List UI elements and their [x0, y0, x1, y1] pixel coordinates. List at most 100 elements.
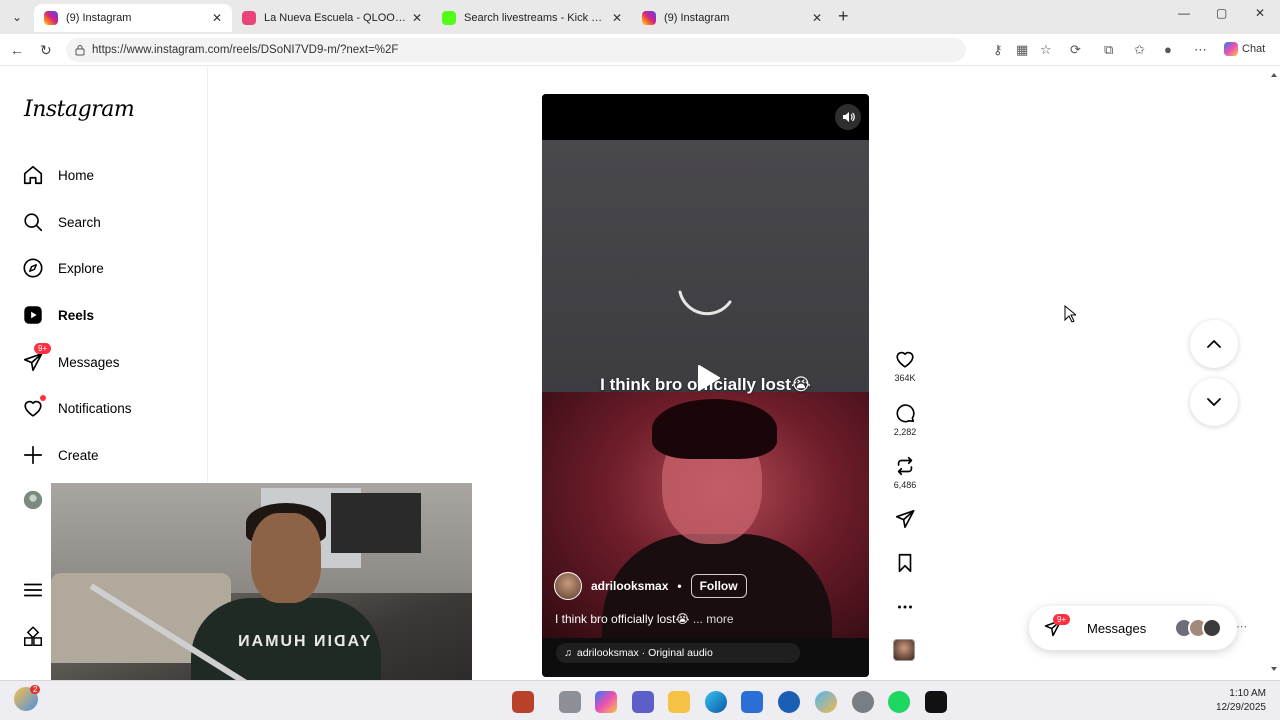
reel-caption: I think bro officially lost😭 ... more — [555, 612, 734, 626]
reel-video[interactable]: I think bro officially lost😭 adrilooksma… — [542, 94, 869, 677]
comment-icon — [896, 404, 915, 423]
recent-contacts-avatars — [1174, 618, 1222, 638]
like-action[interactable]: 364K — [889, 348, 921, 383]
extensions-icon[interactable]: ⧉ — [1104, 42, 1113, 58]
save-action[interactable] — [889, 552, 921, 577]
edge-browser-icon[interactable] — [705, 691, 727, 713]
separator-dot: • — [677, 579, 682, 593]
file-explorer-icon[interactable] — [668, 691, 690, 713]
comment-count: 2,282 — [893, 427, 917, 437]
page-scrollbar[interactable] — [1268, 67, 1280, 677]
messages-pill[interactable]: 9+ Messages ⋯ — [1029, 606, 1247, 650]
plus-icon — [23, 445, 43, 465]
new-tab-icon[interactable]: + — [838, 6, 849, 27]
webcam-person — [251, 513, 321, 603]
tab-instagram-2[interactable]: (9) Instagram ✕ — [632, 4, 832, 32]
reel-hair — [652, 399, 777, 459]
sidebar-item-profile[interactable] — [22, 485, 44, 515]
reel-top-bar — [542, 94, 869, 140]
previous-reel-button[interactable] — [1190, 320, 1238, 368]
refresh-icon[interactable]: ↻ — [40, 42, 52, 59]
audio-label: adrilooksmax · Original audio — [576, 647, 713, 659]
more-dots-icon — [898, 605, 912, 609]
messages-badge: 9+ — [34, 343, 52, 354]
sidebar-item-explore[interactable]: Explore — [22, 253, 104, 283]
sidebar-item-search[interactable]: Search — [22, 207, 101, 237]
more-options-icon[interactable]: ⋯ — [1194, 42, 1207, 58]
weather-badge: 2 — [30, 685, 41, 694]
back-icon[interactable]: ← — [10, 42, 24, 58]
audio-link[interactable]: ♫ adrilooksmax · Original audio — [556, 643, 800, 663]
sidebar-item-label: Reels — [58, 307, 95, 323]
microsoft-store-icon[interactable] — [741, 691, 763, 713]
more-action[interactable] — [889, 596, 921, 621]
home-icon — [23, 165, 43, 185]
refresh-extension-icon[interactable]: ⟳ — [1070, 42, 1081, 58]
spotify-icon[interactable] — [888, 691, 910, 713]
sidebar-item-label: Create — [58, 447, 99, 463]
comment-action[interactable]: 2,282 — [889, 402, 921, 437]
close-window-icon[interactable]: ✕ — [1255, 6, 1265, 20]
tab-title: (9) Instagram — [664, 12, 730, 24]
sidebar-item-messages[interactable]: 9+ Messages — [22, 343, 120, 377]
sound-toggle-button[interactable] — [835, 104, 861, 130]
close-tab-icon[interactable]: ✕ — [812, 11, 822, 25]
tab-kick[interactable]: Search livestreams - Kick Streaming ✕ — [432, 4, 632, 32]
tab-youtube[interactable]: La Nueva Escuela - QLOO* (Video ✕ — [232, 4, 432, 32]
close-tab-icon[interactable]: ✕ — [612, 11, 622, 25]
copilot-icon — [1224, 42, 1238, 56]
sidebar-item-notifications[interactable]: Notifications — [22, 393, 132, 423]
audio-thumbnail[interactable] — [893, 639, 915, 661]
edge-beta-icon[interactable] — [815, 691, 837, 713]
caption-text: I think bro officially lost😭 — [555, 612, 690, 626]
profile-avatar-icon — [23, 490, 43, 510]
tiktok-icon[interactable] — [925, 691, 947, 713]
tab-instagram-active[interactable]: (9) Instagram ✕ — [34, 4, 232, 32]
sidebar-item-also-from-meta[interactable] — [22, 622, 44, 652]
maximize-icon[interactable]: ▢ — [1216, 6, 1227, 20]
next-reel-button[interactable] — [1190, 378, 1238, 426]
settings-gear-icon[interactable] — [852, 691, 874, 713]
teams-icon[interactable] — [632, 691, 654, 713]
violin-app-icon[interactable] — [512, 691, 534, 713]
sidebar-item-more[interactable] — [22, 575, 44, 605]
share-icon — [895, 509, 915, 529]
webcam-tv — [331, 493, 421, 553]
sidebar-item-home[interactable]: Home — [22, 160, 94, 190]
heart-icon — [896, 351, 914, 368]
youtube-favicon-icon — [242, 11, 256, 25]
close-tab-icon[interactable]: ✕ — [412, 11, 422, 25]
follow-button[interactable]: Follow — [690, 574, 747, 598]
copilot-chat-button[interactable]: Chat — [1224, 42, 1265, 56]
author-username[interactable]: adrilooksmax — [591, 579, 668, 593]
sidebar-item-label: Messages — [58, 354, 120, 370]
system-clock[interactable]: 1:10 AM 12/29/2025 — [1198, 687, 1266, 715]
hp-app-icon[interactable] — [778, 691, 800, 713]
sweater-print: YADIN HUMAN — [236, 633, 371, 650]
sidebar-item-label: Home — [58, 167, 95, 183]
tab-title: La Nueva Escuela - QLOO* (Video — [264, 12, 406, 24]
profile-icon[interactable]: ● — [1164, 42, 1172, 57]
close-tab-icon[interactable]: ✕ — [212, 11, 222, 25]
url-field[interactable]: https://www.instagram.com/reels/DSoNI7VD… — [66, 38, 966, 62]
sidebar-item-reels[interactable]: Reels — [22, 300, 94, 330]
favorites-icon[interactable]: ✩ — [1134, 42, 1145, 58]
apps-icon[interactable]: ▦ — [1016, 42, 1028, 58]
browser-tab-bar: ⌄ (9) Instagram ✕ La Nueva Escuela - QLO… — [0, 0, 1280, 34]
repost-action[interactable]: 6,486 — [889, 455, 921, 490]
tab-actions-menu-icon[interactable]: ⌄ — [6, 7, 28, 27]
task-view-icon[interactable] — [559, 691, 581, 713]
share-action[interactable] — [889, 508, 921, 533]
site-info-icon[interactable] — [74, 44, 86, 56]
key-icon[interactable]: ⚷ — [993, 42, 1003, 58]
copilot-taskbar-icon[interactable] — [595, 691, 617, 713]
favorite-star-icon[interactable]: ☆ — [1040, 42, 1052, 58]
more-link[interactable]: ... more — [693, 612, 734, 626]
sidebar-item-create[interactable]: Create — [22, 440, 99, 470]
minimize-icon[interactable]: — — [1178, 6, 1190, 20]
contact-avatar — [1202, 618, 1222, 638]
play-icon[interactable] — [688, 360, 724, 396]
author-avatar[interactable] — [554, 572, 582, 600]
windows-taskbar: 2 1:10 AM 12/29/2025 — [0, 680, 1280, 720]
instagram-logo[interactable]: Instagram — [24, 97, 135, 122]
